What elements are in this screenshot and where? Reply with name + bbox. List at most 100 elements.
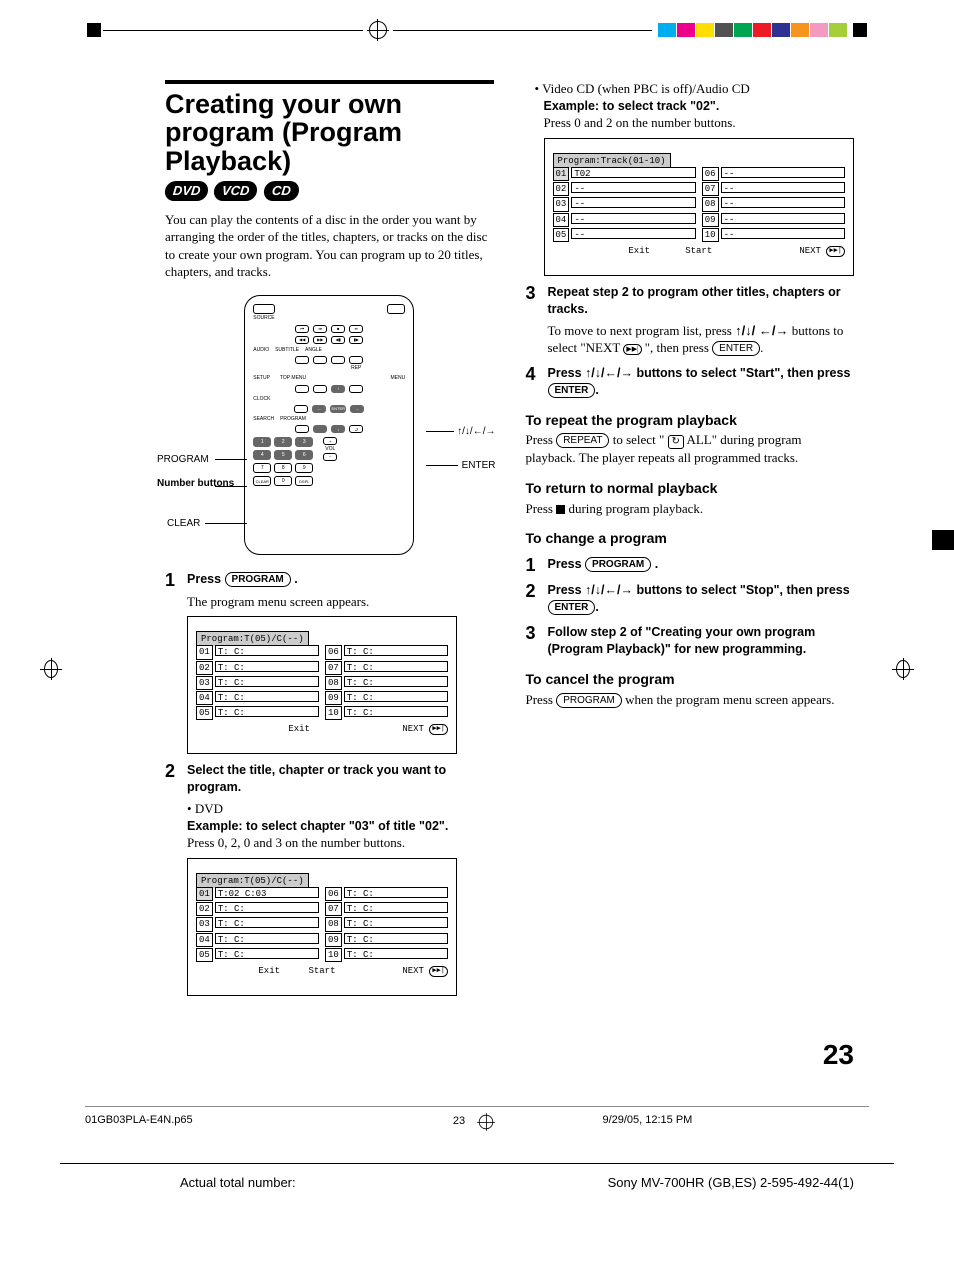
stop-icon	[556, 505, 565, 514]
remote-figure: PROGRAM Number buttons CLEAR ↑/↓/←/→ ENT…	[165, 289, 494, 563]
osd-value: T: C:	[344, 933, 448, 944]
remote-vol-down: −	[323, 453, 337, 461]
osd-rows: 01T:02 C:0306T: C:02T: C:07T: C:03T: C:0…	[196, 887, 448, 963]
right-column: • Video CD (when PBC is off)/Audio CD Ex…	[526, 80, 855, 1002]
osd-row: 03T: C:	[196, 917, 319, 931]
osd-value: T: C:	[215, 691, 319, 702]
registration-target-icon	[38, 660, 64, 678]
osd-row: 02T: C:	[196, 661, 319, 675]
osd-index: 02	[553, 182, 570, 196]
osd-row: 02T: C:	[196, 902, 319, 916]
page-edge-tab	[932, 530, 954, 550]
osd-row: 06T: C:	[325, 645, 448, 659]
repeat-body: Press REPEAT to select " ↻ ALL" during p…	[526, 431, 855, 467]
next-icon: ▶▶|	[429, 966, 448, 977]
loop-icon: ↻	[668, 435, 684, 449]
osd-index: 05	[196, 948, 213, 962]
osd-value: --	[721, 167, 845, 178]
remote-right-btn: →	[350, 405, 364, 413]
remote-program-btn	[313, 425, 327, 433]
program-button-icon: PROGRAM	[556, 693, 622, 708]
remote-next-btn: ⏭	[313, 325, 327, 333]
osd-row: 07T: C:	[325, 902, 448, 916]
osd-index: 03	[553, 197, 570, 211]
osd-row: 06--	[702, 167, 845, 181]
osd-index: 08	[702, 197, 719, 211]
osd-row: 03T: C:	[196, 676, 319, 690]
osd-value: T: C:	[344, 691, 448, 702]
crop-marks-top	[0, 0, 954, 40]
osd-value: T: C:	[215, 676, 319, 687]
osd-value: T: C:	[215, 933, 319, 944]
footer-file: 01GB03PLA-E4N.p65	[85, 1113, 352, 1131]
osd-index: 05	[553, 228, 570, 242]
osd-index: 10	[325, 706, 342, 720]
osd-value: T: C:	[344, 887, 448, 898]
remote-prev-btn: ⏮	[295, 325, 309, 333]
step-2-dvd-body: Press 0, 2, 0 and 3 on the number button…	[187, 834, 494, 852]
osd-index: 06	[702, 167, 719, 181]
step-3-body: To move to next program list, press ↑/↓/…	[548, 322, 855, 357]
remote-vol-up: +	[323, 437, 337, 445]
osd-row: 05--	[553, 228, 696, 242]
step-number: 3	[526, 284, 542, 318]
change-step-2: 2 Press ↑/↓/←/→ buttons to select "Stop"…	[526, 582, 855, 616]
next-icon: ▶▶|	[826, 246, 845, 257]
step-number: 2	[165, 762, 181, 796]
remote-left-btn: ←	[312, 405, 326, 413]
step-2: 2 Select the title, chapter or track you…	[165, 762, 494, 796]
osd-value: T: C:	[344, 706, 448, 717]
crop-mark	[87, 23, 101, 37]
osd-row: 09--	[702, 213, 845, 227]
registration-target-icon	[479, 1115, 493, 1129]
osd-row: 01T: C:	[196, 645, 319, 659]
osd-index: 09	[325, 933, 342, 947]
arrow-icons: ↑/↓/←/→	[585, 366, 633, 380]
osd-header: Program:Track(01-10)	[553, 153, 671, 168]
osd-value: --	[571, 182, 695, 193]
osd-row: 08T: C:	[325, 676, 448, 690]
page-body: Creating your own program (Program Playb…	[0, 40, 954, 1012]
step-2-dvd-example: Example: to select chapter "03" of title…	[187, 818, 494, 835]
footer-imposition: 01GB03PLA-E4N.p65 23 9/29/05, 12:15 PM	[85, 1106, 869, 1135]
osd-value: T02	[571, 167, 695, 178]
remote-play-btn: ⏯	[349, 325, 363, 333]
remote-stepb-btn: ◀▮	[331, 336, 345, 344]
crop-mark	[853, 23, 867, 37]
callout-enter: ENTER	[462, 459, 496, 473]
vcd-example: Example: to select track "02".	[544, 98, 855, 115]
osd-row: 07--	[702, 182, 845, 196]
remote-return-btn: ⮐	[349, 425, 363, 433]
osd-value: T: C:	[215, 661, 319, 672]
osd-value: --	[571, 213, 695, 224]
osd-row: 07T: C:	[325, 661, 448, 675]
arrow-icons: ↑/↓/ ←/→	[735, 323, 788, 338]
remote-stepf-btn: ▮▶	[349, 336, 363, 344]
osd-index: 10	[325, 948, 342, 962]
left-column: Creating your own program (Program Playb…	[165, 80, 494, 1002]
osd-value: T: C:	[215, 706, 319, 717]
osd-index: 02	[196, 661, 213, 675]
osd-index: 03	[196, 917, 213, 931]
osd-value: T: C:	[344, 676, 448, 687]
swatch	[829, 23, 847, 37]
step-number: 1	[165, 571, 181, 589]
osd-index: 04	[196, 933, 213, 947]
osd-value: T: C:	[215, 645, 319, 656]
program-button-icon: PROGRAM	[225, 572, 291, 587]
osd-row: 06T: C:	[325, 887, 448, 901]
osd-index: 08	[325, 917, 342, 931]
osd-value: T:02 C:03	[215, 887, 319, 898]
osd-row: 09T: C:	[325, 691, 448, 705]
osd-row: 10T: C:	[325, 706, 448, 720]
remote-clear-btn: CLEAR	[253, 476, 271, 486]
osd-index: 03	[196, 676, 213, 690]
osd-index: 09	[325, 691, 342, 705]
program-button-icon: PROGRAM	[585, 557, 651, 572]
enter-button-icon: ENTER	[548, 600, 596, 615]
osd-index: 05	[196, 706, 213, 720]
heading-normal: To return to normal playback	[526, 479, 855, 498]
swatch	[810, 23, 828, 37]
step-3-title: Repeat step 2 to program other titles, c…	[548, 284, 855, 318]
osd-row: 01T:02 C:03	[196, 887, 319, 901]
